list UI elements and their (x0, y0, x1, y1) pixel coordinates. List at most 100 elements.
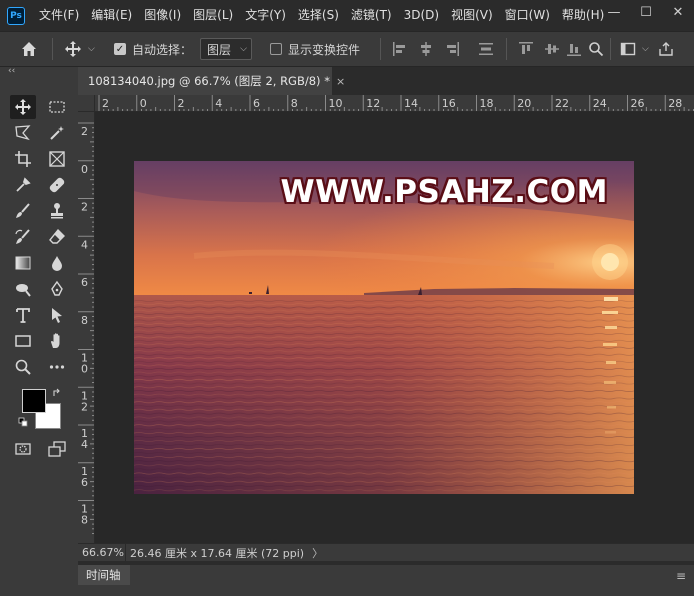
auto-select-option[interactable]: ✓ 自动选择： (114, 32, 192, 66)
close-document-icon[interactable]: × (336, 75, 345, 88)
marquee-tool[interactable] (44, 95, 70, 119)
ruler-label: 6 (253, 97, 260, 110)
menu-file[interactable]: 文件(F) (33, 0, 85, 31)
water-drop-icon (52, 256, 62, 271)
clone-stamp-tool[interactable] (44, 199, 70, 223)
align-top-icon[interactable] (518, 41, 534, 57)
frame-tool[interactable] (44, 147, 70, 171)
timeline-tab[interactable]: 时间轴 (78, 565, 130, 585)
align-right-icon[interactable] (444, 41, 460, 57)
move-icon (65, 41, 81, 57)
home-button[interactable] (20, 32, 38, 66)
brush-tool[interactable] (10, 199, 36, 223)
menu-image[interactable]: 图像(I) (138, 0, 187, 31)
type-tool[interactable] (10, 303, 36, 327)
history-brush-tool[interactable] (10, 225, 36, 249)
menu-3d[interactable]: 3D(D) (398, 0, 445, 31)
show-transform-checkbox[interactable] (270, 43, 282, 55)
home-icon (22, 42, 36, 56)
menu-edit[interactable]: 编辑(E) (85, 0, 138, 31)
chevron-down-icon: ⌵ (88, 44, 95, 54)
blur-tool[interactable] (44, 251, 70, 275)
ruler-label: 24 (593, 97, 607, 110)
maximize-button[interactable]: ☐ (630, 0, 662, 24)
align-left-icon[interactable] (392, 41, 408, 57)
distribute-vertical-icon[interactable] (478, 41, 494, 57)
hand-tool[interactable] (44, 329, 70, 353)
ruler-label: 22 (555, 97, 569, 110)
ruler-label: 26 (631, 97, 645, 110)
ruler-label: 8 (81, 314, 88, 327)
align-bottom-icon[interactable] (566, 41, 582, 57)
dodge-tool[interactable] (10, 277, 36, 301)
screen-mode-icon (48, 441, 66, 457)
ruler-label: 4 (81, 238, 88, 251)
vertical-ruler[interactable]: 2024681012141618 (78, 112, 95, 543)
zoom-level-field[interactable]: 66.67% (78, 543, 126, 562)
ruler-label: 6 (81, 476, 88, 489)
ruler-label: 28 (668, 97, 682, 110)
options-bar: ⌵ ✓ 自动选择： 图层 ⌵ 显示变换控件 ⌵ (0, 31, 694, 67)
chevron-down-icon[interactable]: ⌵ (642, 32, 649, 66)
crop-tool[interactable] (10, 147, 36, 171)
canvas-workspace[interactable]: WWW.PSAHZ.COM (95, 112, 694, 543)
search-icon[interactable] (588, 41, 604, 57)
document-tab[interactable]: 108134040.jpg @ 66.7% (图层 2, RGB/8) * × (78, 67, 345, 95)
menu-filter[interactable]: 滤镜(T) (345, 0, 398, 31)
frame-icon (49, 151, 65, 167)
magic-wand-tool[interactable] (44, 121, 70, 145)
ruler-origin[interactable] (78, 95, 95, 112)
gradient-tool[interactable] (10, 251, 36, 275)
healing-brush-tool[interactable] (44, 173, 70, 197)
eyedropper-icon (16, 177, 31, 192)
default-colors-icon[interactable] (18, 417, 28, 427)
auto-select-target-dropdown[interactable]: 图层 ⌵ (200, 38, 252, 60)
auto-select-checkbox[interactable]: ✓ (114, 43, 126, 55)
document-image[interactable]: WWW.PSAHZ.COM (134, 161, 634, 494)
tools-panel (0, 77, 78, 596)
more-tools-button[interactable] (44, 355, 70, 379)
share-icon[interactable] (658, 41, 674, 57)
photoshop-logo: Ps (7, 6, 25, 25)
timeline-panel: 时间轴 ≡ (78, 565, 694, 596)
ruler-label: 6 (81, 276, 88, 289)
pen-tool[interactable] (44, 277, 70, 301)
eraser-tool[interactable] (44, 225, 70, 249)
minimize-button[interactable]: — (598, 0, 630, 24)
ruler-label: 14 (404, 97, 418, 110)
lasso-tool[interactable] (10, 121, 36, 145)
quick-mask-button[interactable] (10, 437, 36, 461)
auto-select-label: 自动选择： (132, 42, 193, 57)
align-vertical-center-icon[interactable] (544, 41, 560, 57)
menu-select[interactable]: 选择(S) (292, 0, 345, 31)
move-tool[interactable] (10, 95, 36, 119)
panel-collapse-toggle[interactable]: ‹‹ (0, 67, 78, 77)
zoom-icon (15, 359, 31, 375)
menu-window[interactable]: 窗口(W) (499, 0, 556, 31)
align-horizontal-center-icon[interactable] (418, 41, 434, 57)
zoom-tool[interactable] (10, 355, 36, 379)
path-selection-tool[interactable] (44, 303, 70, 327)
options-divider (506, 38, 507, 60)
close-button[interactable]: ✕ (662, 0, 694, 24)
gradient-icon (15, 256, 31, 270)
show-transform-label: 显示变换控件 (288, 42, 361, 57)
show-transform-option[interactable]: 显示变换控件 (270, 32, 360, 66)
chevron-right-icon[interactable]: 〉 (312, 545, 323, 561)
swap-colors-icon[interactable] (52, 388, 62, 398)
menu-type[interactable]: 文字(Y) (239, 0, 292, 31)
eyedropper-tool[interactable] (10, 173, 36, 197)
ruler-label: 8 (291, 97, 298, 110)
horizontal-ruler[interactable]: 2 0 2 4 6 8 10 12 14 16 18 20 22 24 26 28 (95, 95, 694, 112)
move-tool-preset[interactable]: ⌵ (64, 32, 95, 66)
foreground-color-swatch[interactable] (22, 389, 46, 413)
rectangular-marquee-icon (49, 101, 65, 113)
rectangle-tool[interactable] (10, 329, 36, 353)
rectangle-icon (15, 335, 31, 347)
workspace-icon[interactable] (620, 41, 636, 57)
menu-view[interactable]: 视图(V) (445, 0, 499, 31)
menu-layer[interactable]: 图层(L) (187, 0, 239, 31)
screen-mode-button[interactable] (44, 437, 70, 461)
panel-menu-icon[interactable]: ≡ (676, 569, 686, 583)
quick-mask-icon (15, 443, 31, 455)
